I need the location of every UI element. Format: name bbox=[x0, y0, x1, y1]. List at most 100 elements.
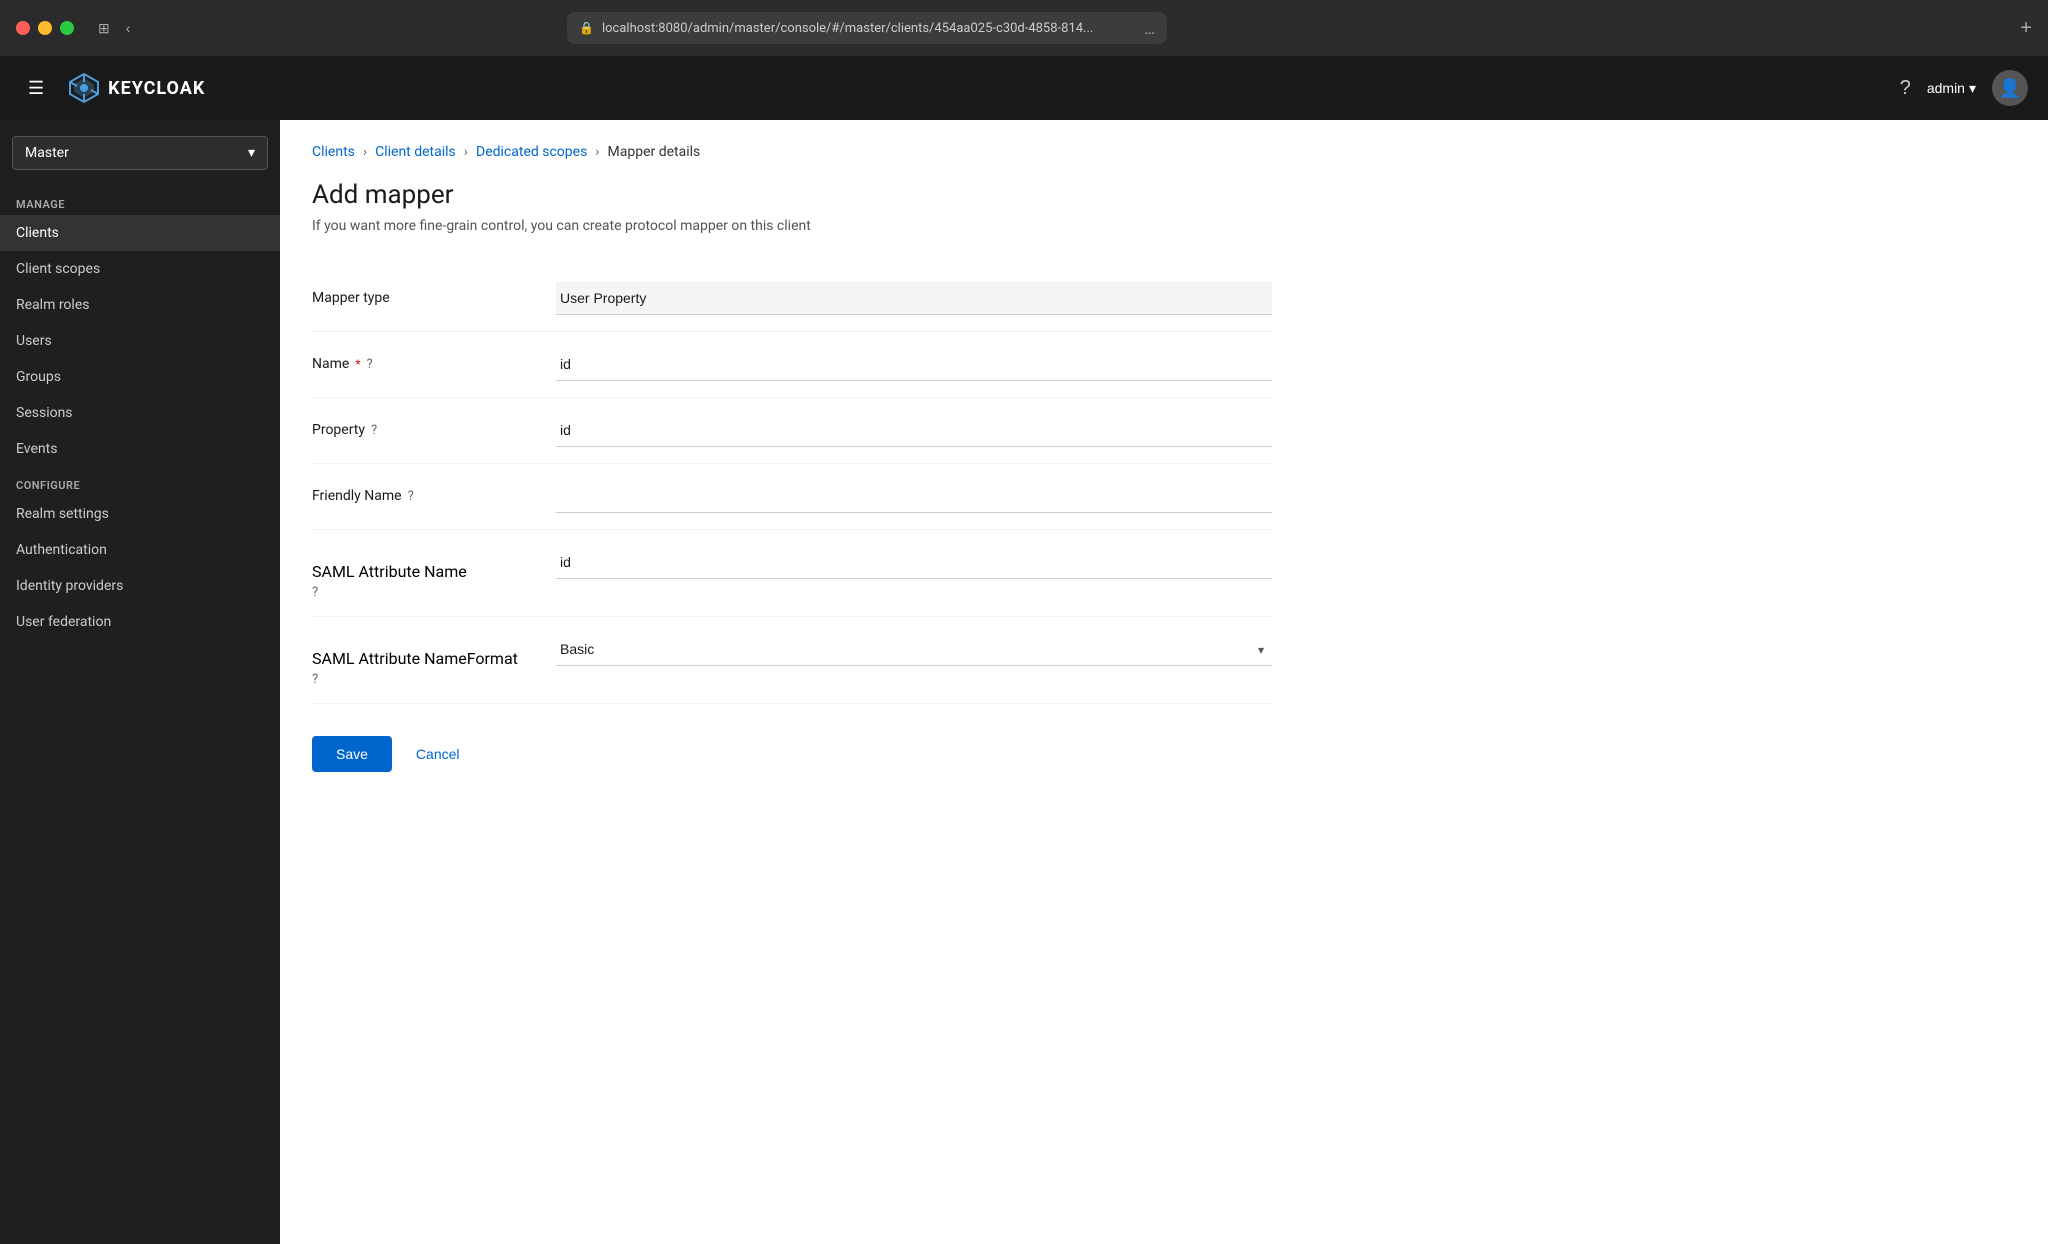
logo: KEYCLOAK bbox=[68, 72, 205, 104]
name-input-col bbox=[556, 348, 1272, 381]
sidebar-item-realm-roles[interactable]: Realm roles bbox=[0, 287, 280, 323]
saml-attribute-name-label-sub: ? bbox=[312, 585, 532, 600]
friendly-name-help-icon[interactable]: ? bbox=[408, 489, 414, 504]
secure-icon: 🔒 bbox=[579, 21, 594, 35]
sidebar-item-groups-label: Groups bbox=[16, 369, 61, 385]
breadcrumb-clients[interactable]: Clients bbox=[312, 144, 355, 160]
sidebar-item-users-label: Users bbox=[16, 333, 52, 349]
new-tab-button[interactable]: + bbox=[2020, 17, 2032, 40]
realm-selector[interactable]: Master ▾ bbox=[12, 136, 268, 170]
sidebar-item-identity-providers-label: Identity providers bbox=[16, 578, 123, 594]
name-label: Name * ? bbox=[312, 356, 532, 372]
saml-attribute-nameformat-select-wrapper: Basic URI Reference Unspecified ▾ bbox=[556, 633, 1272, 666]
avatar-icon: 👤 bbox=[1999, 78, 2021, 99]
sidebar-item-realm-settings-label: Realm settings bbox=[16, 506, 109, 522]
browser-navigation: ⊞ ‹ bbox=[94, 16, 134, 41]
main-area: Master ▾ Manage Clients Client scopes Re… bbox=[0, 120, 2048, 1244]
mapper-type-row: Mapper type bbox=[312, 266, 1272, 332]
sidebar-item-authentication-label: Authentication bbox=[16, 542, 107, 558]
nav-right: ? admin ▾ 👤 bbox=[1900, 70, 2028, 106]
property-input[interactable] bbox=[556, 414, 1272, 447]
sidebar-item-groups[interactable]: Groups bbox=[0, 359, 280, 395]
breadcrumb-sep-2: › bbox=[464, 144, 468, 160]
sidebar-item-clients-label: Clients bbox=[16, 225, 59, 241]
sidebar-section-manage-label: Manage bbox=[0, 186, 280, 215]
form-actions: Save Cancel bbox=[312, 704, 1272, 772]
friendly-name-label-col: Friendly Name ? bbox=[312, 480, 532, 504]
avatar[interactable]: 👤 bbox=[1992, 70, 2028, 106]
sidebar-configure-section: Configure Realm settings Authentication … bbox=[0, 467, 280, 640]
sidebar-item-user-federation[interactable]: User federation bbox=[0, 604, 280, 640]
hamburger-menu[interactable]: ☰ bbox=[20, 74, 52, 103]
sidebar-item-events[interactable]: Events bbox=[0, 431, 280, 467]
sidebar-item-realm-settings[interactable]: Realm settings bbox=[0, 496, 280, 532]
close-button[interactable] bbox=[16, 21, 30, 35]
browser-layout-toggle[interactable]: ⊞ bbox=[94, 16, 114, 41]
friendly-name-input-col bbox=[556, 480, 1272, 513]
name-label-col: Name * ? bbox=[312, 348, 532, 372]
address-bar[interactable]: 🔒 localhost:8080/admin/master/console/#/… bbox=[567, 12, 1167, 44]
help-button[interactable]: ? bbox=[1900, 77, 1911, 100]
app-container: ☰ KEYCLOAK ? admin ▾ 👤 bbox=[0, 56, 2048, 1244]
keycloak-logo-icon bbox=[68, 72, 100, 104]
breadcrumb-dedicated-scopes[interactable]: Dedicated scopes bbox=[476, 144, 587, 160]
saml-attribute-nameformat-label-col: SAML Attribute NameFormat ? bbox=[312, 633, 532, 687]
mapper-type-input-col bbox=[556, 282, 1272, 315]
name-row: Name * ? bbox=[312, 332, 1272, 398]
saml-attribute-nameformat-input-col: Basic URI Reference Unspecified ▾ bbox=[556, 633, 1272, 666]
logo-text: KEYCLOAK bbox=[108, 78, 205, 99]
mapper-type-input[interactable] bbox=[556, 282, 1272, 315]
maximize-button[interactable] bbox=[60, 21, 74, 35]
sidebar-item-realm-roles-label: Realm roles bbox=[16, 297, 89, 313]
browser-chrome: ⊞ ‹ 🔒 localhost:8080/admin/master/consol… bbox=[0, 0, 2048, 56]
admin-label: admin bbox=[1927, 80, 1965, 96]
saml-attribute-nameformat-row: SAML Attribute NameFormat ? Basic URI Re… bbox=[312, 617, 1272, 704]
address-text: localhost:8080/admin/master/console/#/ma… bbox=[602, 21, 1136, 36]
cancel-button[interactable]: Cancel bbox=[408, 736, 468, 772]
sidebar-section-configure-label: Configure bbox=[0, 467, 280, 496]
browser-back[interactable]: ‹ bbox=[122, 16, 135, 41]
sidebar-item-user-federation-label: User federation bbox=[16, 614, 111, 630]
saml-attribute-nameformat-select[interactable]: Basic URI Reference Unspecified bbox=[556, 633, 1272, 666]
mapper-type-label-col: Mapper type bbox=[312, 282, 532, 306]
saml-attribute-name-input[interactable] bbox=[556, 546, 1272, 579]
sidebar-item-client-scopes[interactable]: Client scopes bbox=[0, 251, 280, 287]
admin-menu[interactable]: admin ▾ bbox=[1927, 80, 1976, 97]
admin-chevron-icon: ▾ bbox=[1969, 80, 1976, 97]
sidebar: Master ▾ Manage Clients Client scopes Re… bbox=[0, 120, 280, 1244]
saml-attribute-name-label-wrap: SAML Attribute Name ? bbox=[312, 554, 532, 600]
friendly-name-input[interactable] bbox=[556, 480, 1272, 513]
address-more-icon: … bbox=[1144, 19, 1155, 38]
realm-chevron-icon: ▾ bbox=[248, 145, 255, 161]
minimize-button[interactable] bbox=[38, 21, 52, 35]
sidebar-item-sessions[interactable]: Sessions bbox=[0, 395, 280, 431]
content-area: Clients › Client details › Dedicated sco… bbox=[280, 120, 2048, 1244]
mapper-form: Mapper type Name * ? bbox=[312, 266, 1272, 772]
sidebar-manage-section: Manage Clients Client scopes Realm roles… bbox=[0, 186, 280, 467]
saml-attribute-nameformat-help-icon[interactable]: ? bbox=[312, 672, 318, 687]
breadcrumb-client-details[interactable]: Client details bbox=[375, 144, 456, 160]
property-input-col bbox=[556, 414, 1272, 447]
sidebar-item-clients[interactable]: Clients bbox=[0, 215, 280, 251]
top-nav: ☰ KEYCLOAK ? admin ▾ 👤 bbox=[0, 56, 2048, 120]
saml-attribute-nameformat-sub: ? bbox=[312, 672, 532, 687]
sidebar-item-users[interactable]: Users bbox=[0, 323, 280, 359]
saml-attribute-name-help-icon[interactable]: ? bbox=[312, 585, 318, 600]
save-button[interactable]: Save bbox=[312, 736, 392, 772]
saml-attribute-name-input-col bbox=[556, 546, 1272, 579]
name-help-icon[interactable]: ? bbox=[366, 357, 372, 372]
name-label-text: Name bbox=[312, 356, 349, 372]
friendly-name-row: Friendly Name ? bbox=[312, 464, 1272, 530]
breadcrumb: Clients › Client details › Dedicated sco… bbox=[312, 144, 2016, 160]
property-help-icon[interactable]: ? bbox=[371, 423, 377, 438]
saml-attribute-name-label-col: SAML Attribute Name ? bbox=[312, 546, 532, 600]
sidebar-item-authentication[interactable]: Authentication bbox=[0, 532, 280, 568]
mapper-type-label: Mapper type bbox=[312, 290, 532, 306]
page-subtitle: If you want more fine-grain control, you… bbox=[312, 218, 2016, 234]
name-required-indicator: * bbox=[355, 357, 360, 371]
name-input[interactable] bbox=[556, 348, 1272, 381]
sidebar-item-client-scopes-label: Client scopes bbox=[16, 261, 100, 277]
breadcrumb-mapper-details: Mapper details bbox=[608, 144, 701, 160]
property-row: Property ? bbox=[312, 398, 1272, 464]
sidebar-item-identity-providers[interactable]: Identity providers bbox=[0, 568, 280, 604]
